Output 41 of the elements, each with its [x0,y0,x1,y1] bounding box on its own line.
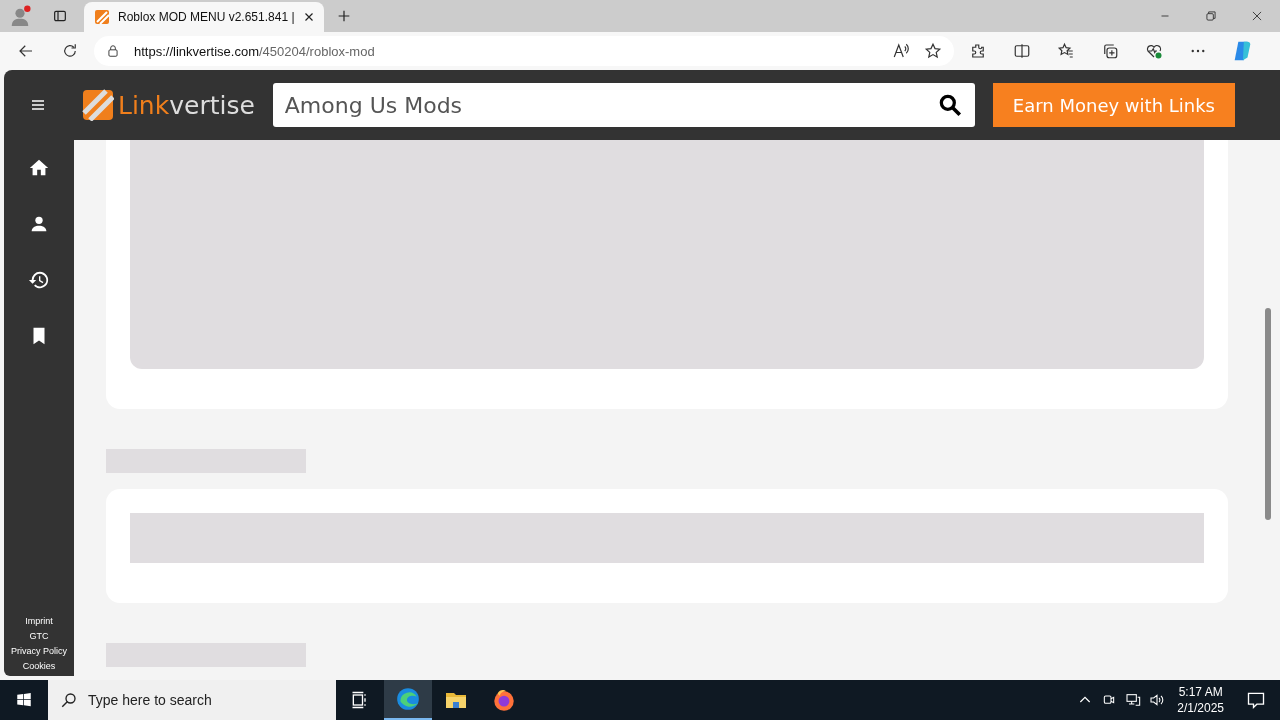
history-icon[interactable] [28,269,50,291]
windows-start-icon[interactable] [15,691,33,709]
profile-icon[interactable] [9,5,31,27]
split-screen-icon[interactable] [1013,42,1031,60]
search-field[interactable]: Among Us Mods [272,83,925,127]
address-bar[interactable]: https://linkvertise.com/450204/roblox-mod [94,36,954,66]
footer-link[interactable]: GTC [29,629,49,644]
tab-title: Roblox MOD MENU v2.651.841 | [118,10,294,24]
search-button[interactable] [924,83,975,127]
edge-icon[interactable] [395,686,421,712]
clock-date[interactable]: 2/1/2025 [1177,700,1224,716]
footer-link[interactable]: Imprint [25,614,53,629]
collections-icon[interactable] [1101,42,1119,60]
url-text: https://linkvertise.com/450204/roblox-mod [134,43,376,59]
site-logo-icon [94,9,110,25]
menu-icon[interactable] [30,97,46,113]
browser-essentials-icon[interactable] [1145,42,1163,60]
logo-wordmark[interactable]: Linkvertise [118,90,255,120]
clock-time[interactable]: 5:17 AM [1178,684,1223,700]
tab-actions-icon[interactable] [52,8,68,24]
favorites-icon[interactable] [1057,42,1075,60]
close-icon[interactable] [1250,9,1264,23]
restore-icon[interactable] [1204,9,1218,23]
logo-icon [82,89,114,121]
footer-link[interactable]: Cookies [22,659,56,674]
reload-icon[interactable] [61,42,79,60]
firefox-icon[interactable] [491,687,517,713]
scrollbar-thumb[interactable] [1265,308,1271,520]
lock-icon [106,44,120,58]
new-tab-icon[interactable] [336,8,352,24]
notifications-icon[interactable] [1246,690,1266,710]
taskbar-search-field[interactable]: Type here to search [48,680,336,720]
search-icon [60,691,78,709]
favorite-star-icon[interactable] [924,42,942,60]
footer-link[interactable]: Privacy Policy [11,644,67,659]
browser-tab[interactable]: Roblox MOD MENU v2.651.841 | [84,2,324,32]
search-placeholder: Type here to search [88,692,212,708]
read-aloud-icon[interactable] [892,42,910,60]
extensions-icon[interactable] [969,42,987,60]
volume-icon[interactable] [1149,692,1166,708]
network-icon[interactable] [1125,692,1142,708]
